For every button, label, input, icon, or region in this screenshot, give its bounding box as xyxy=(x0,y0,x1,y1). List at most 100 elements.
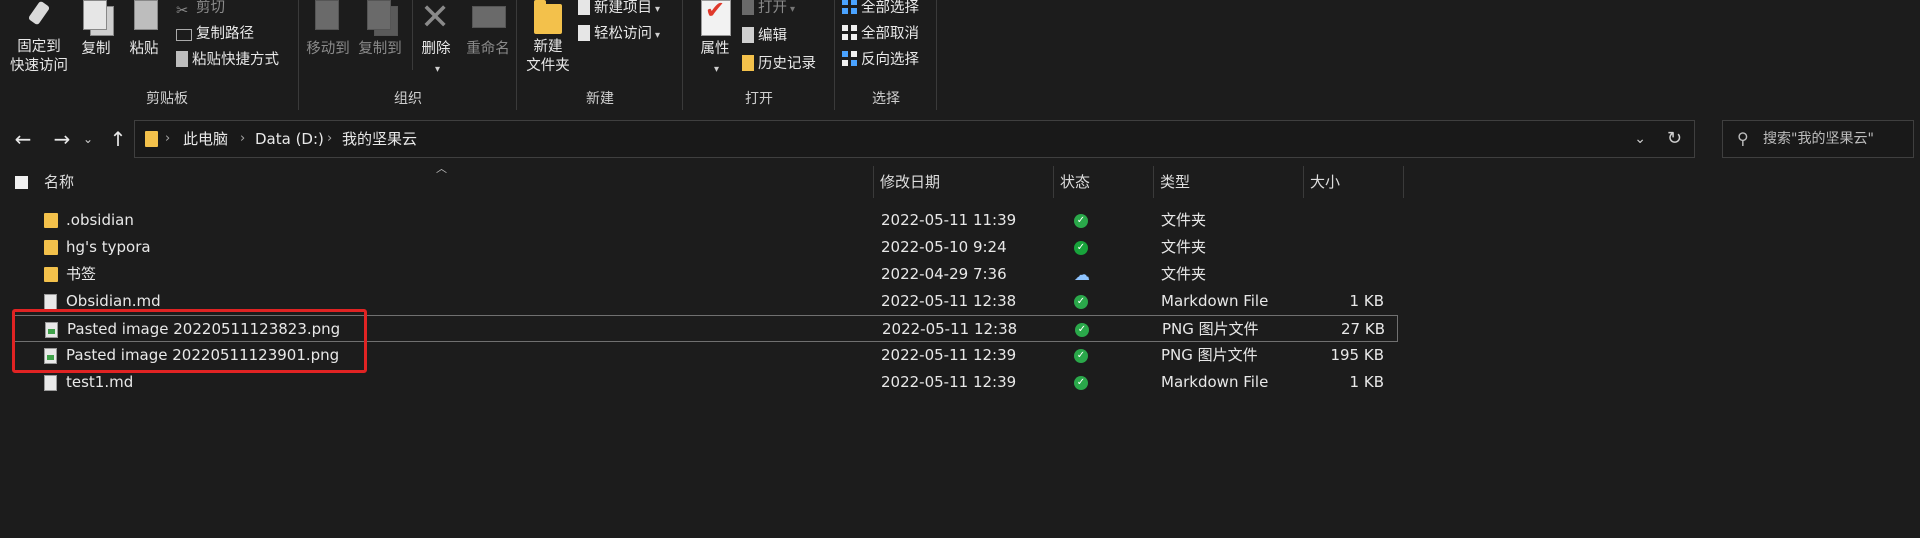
invert-selection-icon xyxy=(842,51,857,66)
forward-arrow-icon: → xyxy=(53,127,71,151)
select-all-checkbox[interactable] xyxy=(15,176,28,189)
copy-path-button[interactable]: 复制路径 xyxy=(176,22,254,46)
file-name: 书签 xyxy=(66,265,97,283)
breadcrumb-data-drive[interactable]: Data (D:) xyxy=(255,121,324,157)
file-row[interactable]: hg's typora 2022-05-10 9:24 ✓ 文件夹 xyxy=(14,234,1398,261)
file-type: 文件夹 xyxy=(1161,265,1207,283)
recent-locations-button[interactable]: ⌄ xyxy=(80,124,96,154)
chevron-down-icon: ▾ xyxy=(655,4,661,15)
file-size xyxy=(1304,234,1384,261)
address-dropdown-button[interactable]: ⌄ xyxy=(1634,121,1646,157)
move-to-icon xyxy=(310,0,346,36)
invert-selection-button[interactable]: 反向选择 xyxy=(842,48,919,72)
delete-button[interactable]: ✕ 删除 ▾ xyxy=(416,0,456,79)
back-button[interactable]: ← xyxy=(9,124,37,154)
properties-button[interactable]: 属性▾ xyxy=(692,0,738,79)
column-divider[interactable] xyxy=(1403,166,1404,198)
pin-icon xyxy=(21,0,57,36)
file-type: 文件夹 xyxy=(1161,211,1207,229)
red-highlight-box xyxy=(12,309,367,373)
file-size xyxy=(1304,261,1384,288)
copy-to-label: 复制到 xyxy=(358,41,402,57)
file-date: 2022-05-11 11:39 xyxy=(881,211,1017,229)
organize-group-label: 组织 xyxy=(394,91,422,107)
delete-label: 删除 ▾ xyxy=(421,41,451,75)
chevron-down-icon: ⌄ xyxy=(82,132,94,146)
sync-ok-icon: ✓ xyxy=(1074,349,1088,363)
column-divider[interactable] xyxy=(873,166,874,198)
new-item-button[interactable]: 新建项目 ▾ xyxy=(578,0,660,20)
column-divider[interactable] xyxy=(1053,166,1054,198)
column-divider[interactable] xyxy=(1153,166,1154,198)
copy-to-button[interactable]: 复制到 xyxy=(356,0,404,59)
select-all-label: 全部选择 xyxy=(861,0,919,16)
ribbon-divider xyxy=(936,0,937,110)
file-size: 1 KB xyxy=(1349,292,1384,310)
sync-ok-icon: ✓ xyxy=(1075,323,1089,337)
chevron-down-icon: ⌄ xyxy=(1634,131,1646,147)
breadcrumb-this-pc[interactable]: 此电脑 xyxy=(183,121,228,157)
properties-label: 属性 ▾ xyxy=(700,41,730,75)
edit-button[interactable]: 编辑 xyxy=(742,24,787,48)
edit-icon xyxy=(742,27,754,43)
sync-ok-icon: ✓ xyxy=(1074,241,1088,255)
chevron-right-icon: › xyxy=(327,131,333,146)
column-header-date[interactable]: 修改日期 xyxy=(880,166,1050,198)
forward-button[interactable]: → xyxy=(48,124,76,154)
breadcrumb-current-folder[interactable]: 我的坚果云 xyxy=(342,121,417,157)
column-header-size[interactable]: 大小 xyxy=(1310,166,1400,198)
paste-shortcut-label: 粘贴快捷方式 xyxy=(192,52,279,68)
file-name: .obsidian xyxy=(66,211,134,229)
chevron-down-icon: ▾ xyxy=(655,30,661,41)
select-all-button[interactable]: 全部选择 xyxy=(842,0,919,20)
rename-icon xyxy=(470,0,506,36)
cut-button[interactable]: ✂ 剪切 xyxy=(176,0,225,20)
file-date: 2022-05-10 9:24 xyxy=(881,238,1007,256)
chevron-right-icon: › xyxy=(240,131,246,146)
up-button[interactable]: ↑ xyxy=(104,124,132,154)
refresh-button[interactable]: ↻ xyxy=(1667,121,1682,157)
cloud-icon: ☁ xyxy=(1074,265,1090,284)
history-icon xyxy=(742,55,754,71)
file-row[interactable]: 书签 2022-04-29 7:36 ☁ 文件夹 xyxy=(14,261,1398,288)
folder-icon xyxy=(145,131,158,147)
history-button[interactable]: 历史记录 xyxy=(742,52,816,76)
pin-to-quick-access-button[interactable]: 固定到 快速访问 xyxy=(8,0,70,76)
file-row[interactable]: .obsidian 2022-05-11 11:39 ✓ 文件夹 xyxy=(14,207,1398,234)
paste-button[interactable]: 粘贴 xyxy=(122,0,166,59)
address-bar[interactable]: › 此电脑 › Data (D:) › 我的坚果云 ⌄ ↻ xyxy=(134,120,1695,158)
open-button[interactable]: 打开 ▾ xyxy=(742,0,795,20)
file-row[interactable]: test1.md 2022-05-11 12:39 ✓ Markdown Fil… xyxy=(14,369,1398,396)
file-date: 2022-05-11 12:38 xyxy=(881,292,1017,310)
file-size: 1 KB xyxy=(1349,373,1384,391)
column-divider[interactable] xyxy=(1303,166,1304,198)
open-group-label: 打开 xyxy=(745,91,773,107)
folder-icon xyxy=(44,240,58,255)
search-box[interactable]: ⚲ xyxy=(1722,120,1914,158)
select-all-icon xyxy=(842,0,857,14)
easy-access-label: 轻松访问 xyxy=(594,26,652,42)
back-arrow-icon: ← xyxy=(14,127,32,151)
new-folder-button[interactable]: 新建 文件夹 xyxy=(524,0,572,76)
invert-selection-label: 反向选择 xyxy=(861,52,919,68)
file-name: test1.md xyxy=(66,373,134,391)
chevron-right-icon: › xyxy=(165,131,171,146)
select-none-button[interactable]: 全部取消 xyxy=(842,22,919,46)
paste-shortcut-button[interactable]: 粘贴快捷方式 xyxy=(176,48,279,72)
column-header-status[interactable]: 状态 xyxy=(1060,166,1150,198)
new-folder-label: 新建 文件夹 xyxy=(526,39,570,74)
paste-label: 粘贴 xyxy=(129,41,159,57)
column-header-name[interactable]: 名称 xyxy=(44,166,870,198)
select-none-icon xyxy=(842,25,857,40)
copy-button[interactable]: 复制 xyxy=(74,0,118,59)
paste-shortcut-icon xyxy=(176,51,188,67)
search-input[interactable] xyxy=(1763,129,1908,149)
easy-access-button[interactable]: 轻松访问 ▾ xyxy=(578,22,660,46)
open-icon xyxy=(742,0,754,15)
column-header-type[interactable]: 类型 xyxy=(1160,166,1300,198)
rename-button[interactable]: 重命名 xyxy=(462,0,514,59)
ribbon-divider xyxy=(834,0,835,110)
properties-check-icon xyxy=(697,0,733,36)
sync-ok-icon: ✓ xyxy=(1074,295,1088,309)
move-to-button[interactable]: 移动到 xyxy=(304,0,352,59)
